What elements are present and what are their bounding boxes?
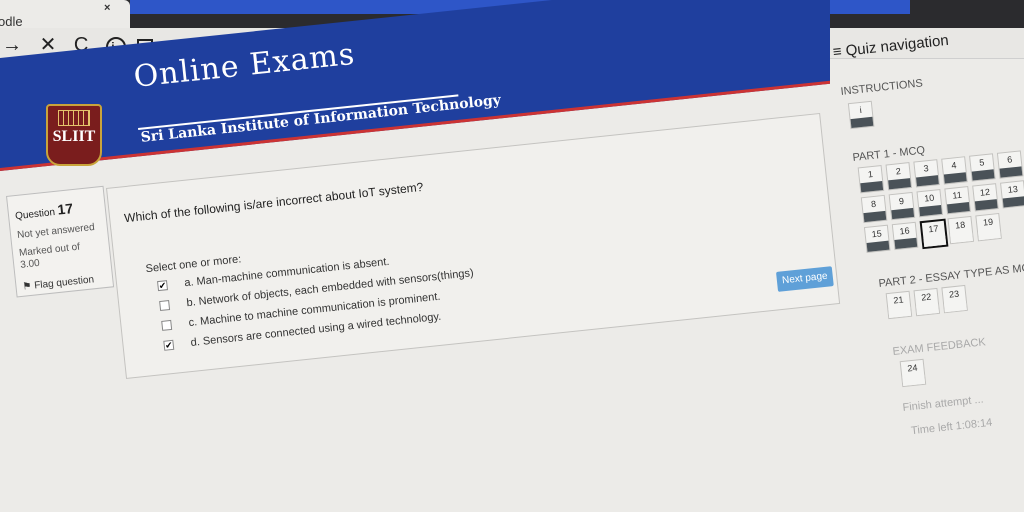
nav-button-q18[interactable]: 18 — [947, 215, 975, 245]
finish-attempt-link[interactable]: Finish attempt ... — [902, 394, 984, 414]
option-b-checkbox[interactable] — [159, 300, 171, 312]
flag-question-link[interactable]: ⚑ Flag question — [22, 274, 95, 292]
question-label: Question — [14, 206, 56, 223]
nav-button-q9[interactable]: 9 — [888, 191, 916, 221]
question-number-value: 17 — [56, 200, 74, 218]
close-icon[interactable]: × — [104, 2, 110, 14]
nav-button-q12[interactable]: 12 — [972, 183, 999, 212]
nav-button-q13[interactable]: 13 — [1000, 180, 1024, 209]
question-box: Which of the following is/are incorrect … — [106, 112, 841, 379]
option-d-checkbox[interactable]: ✔ — [163, 339, 175, 351]
time-left: Time left 1:08:14 — [910, 416, 993, 438]
nav-button-q6[interactable]: 6 — [996, 150, 1024, 179]
screen: odle × → ✕ C i ▣ SLIIT Online Exams Sri … — [0, 0, 1024, 512]
option-a-checkbox[interactable]: ✔ — [157, 280, 169, 292]
browser-tab[interactable]: odle × — [0, 0, 130, 29]
marks-info: Marked out of 3.00 — [19, 240, 101, 272]
answer-status: Not yet answered — [16, 221, 96, 242]
option-c-checkbox[interactable] — [161, 320, 173, 331]
nav-button-q5[interactable]: 5 — [969, 153, 996, 182]
question-text: Which of the following is/are incorrect … — [123, 179, 424, 226]
flag-icon: ⚑ — [22, 280, 33, 293]
nav-button-q2[interactable]: 2 — [885, 162, 913, 191]
section-label: EXAM FEEDBACK — [892, 336, 987, 358]
nav-button-q10[interactable]: 10 — [916, 188, 944, 218]
nav-button-q1[interactable]: 1 — [857, 164, 885, 194]
nav-button-q8[interactable]: 8 — [860, 194, 888, 224]
nav-button-q17-current[interactable]: 17 — [919, 218, 949, 250]
nav-button-q21[interactable]: 21 — [885, 290, 913, 320]
logo-emblem — [58, 110, 90, 126]
sliit-logo: SLIIT — [46, 104, 102, 166]
flag-label: Flag question — [33, 274, 95, 292]
logo-text: SLIIT — [52, 128, 96, 145]
nav-button-instructions[interactable]: i — [847, 100, 875, 130]
nav-button-q16[interactable]: 16 — [891, 221, 919, 251]
nav-button-q15[interactable]: 15 — [863, 224, 891, 254]
tab-title: odle — [0, 14, 23, 29]
question-info-panel: Question 17 Not yet answered Marked out … — [6, 185, 115, 298]
nav-button-q11[interactable]: 11 — [944, 186, 971, 215]
question-number: Question 17 — [14, 200, 74, 222]
nav-button-q24[interactable]: 24 — [899, 358, 927, 388]
marked-label: Marked out of — [18, 241, 81, 259]
nav-button-q22[interactable]: 22 — [913, 287, 941, 317]
section-label: INSTRUCTIONS — [840, 77, 924, 98]
nav-button-q3[interactable]: 3 — [913, 159, 940, 188]
arrow-forward-icon[interactable]: → — [2, 34, 28, 57]
marks-value: 3.00 — [19, 257, 41, 271]
nav-button-q19[interactable]: 19 — [975, 212, 1002, 242]
nav-button-q4[interactable]: 4 — [941, 156, 968, 185]
nav-button-q23[interactable]: 23 — [941, 284, 968, 314]
